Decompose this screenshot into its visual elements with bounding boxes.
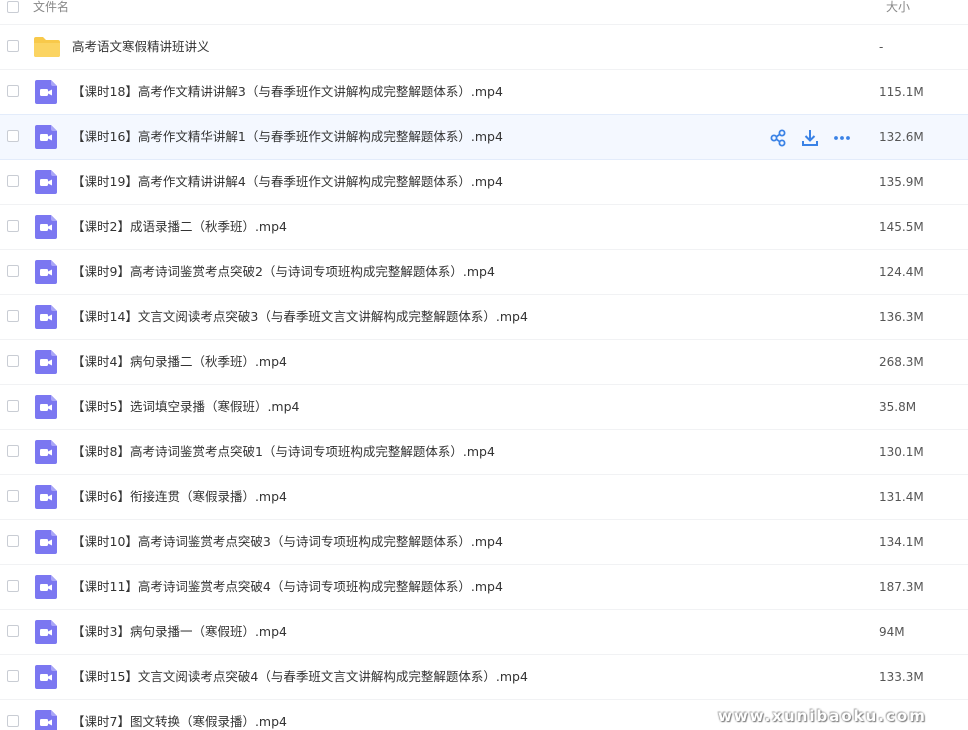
- folder-icon: [34, 37, 60, 57]
- row-checkbox[interactable]: [7, 715, 19, 727]
- file-list: 文件名 大小 高考语文寒假精讲班讲义 - 【课时18】高考作文精讲讲解3（与春季…: [0, 0, 968, 730]
- row-checkbox[interactable]: [7, 625, 19, 637]
- video-file-icon: [35, 305, 57, 329]
- video-file-icon: [35, 80, 57, 104]
- row-checkbox[interactable]: [7, 220, 19, 232]
- file-row[interactable]: 【课时14】文言文阅读考点突破3（与春季班文言文讲解构成完整解题体系）.mp4 …: [0, 295, 968, 340]
- download-icon[interactable]: [800, 128, 820, 148]
- file-row[interactable]: 【课时3】病句录播一（寒假班）.mp4 94M: [0, 610, 968, 655]
- row-actions: [768, 128, 852, 148]
- file-name[interactable]: 【课时14】文言文阅读考点突破3（与春季班文言文讲解构成完整解题体系）.mp4: [72, 295, 528, 339]
- file-size: 132.6M: [879, 130, 924, 144]
- video-file-icon: [35, 125, 57, 149]
- file-name[interactable]: 【课时9】高考诗词鉴赏考点突破2（与诗词专项班构成完整解题体系）.mp4: [72, 250, 495, 294]
- row-checkbox[interactable]: [7, 355, 19, 367]
- file-size: 115.1M: [879, 85, 924, 99]
- file-row[interactable]: 【课时9】高考诗词鉴赏考点突破2（与诗词专项班构成完整解题体系）.mp4 124…: [0, 250, 968, 295]
- row-checkbox[interactable]: [7, 175, 19, 187]
- video-file-icon: [35, 215, 57, 239]
- file-name[interactable]: 高考语文寒假精讲班讲义: [72, 25, 210, 69]
- file-name[interactable]: 【课时5】选词填空录播（寒假班）.mp4: [72, 385, 300, 429]
- file-row[interactable]: 高考语文寒假精讲班讲义 -: [0, 25, 968, 70]
- file-name[interactable]: 【课时18】高考作文精讲讲解3（与春季班作文讲解构成完整解题体系）.mp4: [72, 70, 503, 114]
- file-name[interactable]: 【课时10】高考诗词鉴赏考点突破3（与诗词专项班构成完整解题体系）.mp4: [72, 520, 503, 564]
- row-checkbox[interactable]: [7, 40, 19, 52]
- row-checkbox[interactable]: [7, 265, 19, 277]
- video-file-icon: [35, 350, 57, 374]
- file-row[interactable]: 【课时4】病句录播二（秋季班）.mp4 268.3M: [0, 340, 968, 385]
- file-size: 135.9M: [879, 175, 924, 189]
- file-size: 268.3M: [879, 355, 924, 369]
- file-size: 136.3M: [879, 310, 924, 324]
- row-checkbox[interactable]: [7, 490, 19, 502]
- file-row[interactable]: 【课时15】文言文阅读考点突破4（与春季班文言文讲解构成完整解题体系）.mp4 …: [0, 655, 968, 700]
- file-row[interactable]: 【课时11】高考诗词鉴赏考点突破4（与诗词专项班构成完整解题体系）.mp4 18…: [0, 565, 968, 610]
- column-header-size[interactable]: 大小: [886, 0, 910, 14]
- file-row[interactable]: 【课时19】高考作文精讲讲解4（与春季班作文讲解构成完整解题体系）.mp4 13…: [0, 160, 968, 205]
- file-row[interactable]: 【课时6】衔接连贯（寒假录播）.mp4 131.4M: [0, 475, 968, 520]
- row-checkbox[interactable]: [7, 85, 19, 97]
- file-size: -: [879, 40, 884, 54]
- file-name[interactable]: 【课时7】图文转换（寒假录播）.mp4: [72, 700, 287, 730]
- file-row[interactable]: 【课时18】高考作文精讲讲解3（与春季班作文讲解构成完整解题体系）.mp4 11…: [0, 70, 968, 115]
- file-size: 130.1M: [879, 445, 924, 459]
- list-header: 文件名 大小: [0, 0, 968, 25]
- row-checkbox[interactable]: [7, 310, 19, 322]
- file-name[interactable]: 【课时3】病句录播一（寒假班）.mp4: [72, 610, 287, 654]
- file-name[interactable]: 【课时2】成语录播二（秋季班）.mp4: [72, 205, 287, 249]
- file-row[interactable]: 【课时2】成语录播二（秋季班）.mp4 145.5M: [0, 205, 968, 250]
- file-size: 35.8M: [879, 400, 917, 414]
- file-rows: 高考语文寒假精讲班讲义 - 【课时18】高考作文精讲讲解3（与春季班作文讲解构成…: [0, 25, 968, 730]
- file-size: 94M: [879, 625, 905, 639]
- file-row[interactable]: 【课时5】选词填空录播（寒假班）.mp4 35.8M: [0, 385, 968, 430]
- video-file-icon: [35, 485, 57, 509]
- file-size: 133.3M: [879, 670, 924, 684]
- file-size: 145.5M: [879, 220, 924, 234]
- share-icon[interactable]: [768, 128, 788, 148]
- file-size: 131.4M: [879, 490, 924, 504]
- file-size: 134.1M: [879, 535, 924, 549]
- row-checkbox[interactable]: [7, 445, 19, 457]
- row-checkbox[interactable]: [7, 670, 19, 682]
- video-file-icon: [35, 575, 57, 599]
- row-checkbox[interactable]: [7, 400, 19, 412]
- video-file-icon: [35, 440, 57, 464]
- file-name[interactable]: 【课时19】高考作文精讲讲解4（与春季班作文讲解构成完整解题体系）.mp4: [72, 160, 503, 204]
- more-icon[interactable]: [832, 128, 852, 148]
- file-row[interactable]: 【课时8】高考诗词鉴赏考点突破1（与诗词专项班构成完整解题体系）.mp4 130…: [0, 430, 968, 475]
- column-header-name[interactable]: 文件名: [33, 0, 69, 14]
- video-file-icon: [35, 530, 57, 554]
- video-file-icon: [35, 170, 57, 194]
- file-name[interactable]: 【课时8】高考诗词鉴赏考点突破1（与诗词专项班构成完整解题体系）.mp4: [72, 430, 495, 474]
- file-name[interactable]: 【课时15】文言文阅读考点突破4（与春季班文言文讲解构成完整解题体系）.mp4: [72, 655, 528, 699]
- select-all-checkbox[interactable]: [7, 1, 19, 13]
- file-name[interactable]: 【课时4】病句录播二（秋季班）.mp4: [72, 340, 287, 384]
- video-file-icon: [35, 620, 57, 644]
- file-size: 187.3M: [879, 580, 924, 594]
- file-row[interactable]: 【课时10】高考诗词鉴赏考点突破3（与诗词专项班构成完整解题体系）.mp4 13…: [0, 520, 968, 565]
- file-name[interactable]: 【课时11】高考诗词鉴赏考点突破4（与诗词专项班构成完整解题体系）.mp4: [72, 565, 503, 609]
- file-name[interactable]: 【课时16】高考作文精华讲解1（与春季班作文讲解构成完整解题体系）.mp4: [72, 115, 503, 159]
- video-file-icon: [35, 710, 57, 730]
- file-name[interactable]: 【课时6】衔接连贯（寒假录播）.mp4: [72, 475, 287, 519]
- watermark: www.xunibaoku.com: [718, 707, 927, 725]
- row-checkbox[interactable]: [7, 580, 19, 592]
- video-file-icon: [35, 395, 57, 419]
- video-file-icon: [35, 665, 57, 689]
- file-row[interactable]: 【课时16】高考作文精华讲解1（与春季班作文讲解构成完整解题体系）.mp4 13…: [0, 114, 968, 160]
- file-size: 124.4M: [879, 265, 924, 279]
- row-checkbox[interactable]: [7, 130, 19, 142]
- video-file-icon: [35, 260, 57, 284]
- row-checkbox[interactable]: [7, 535, 19, 547]
